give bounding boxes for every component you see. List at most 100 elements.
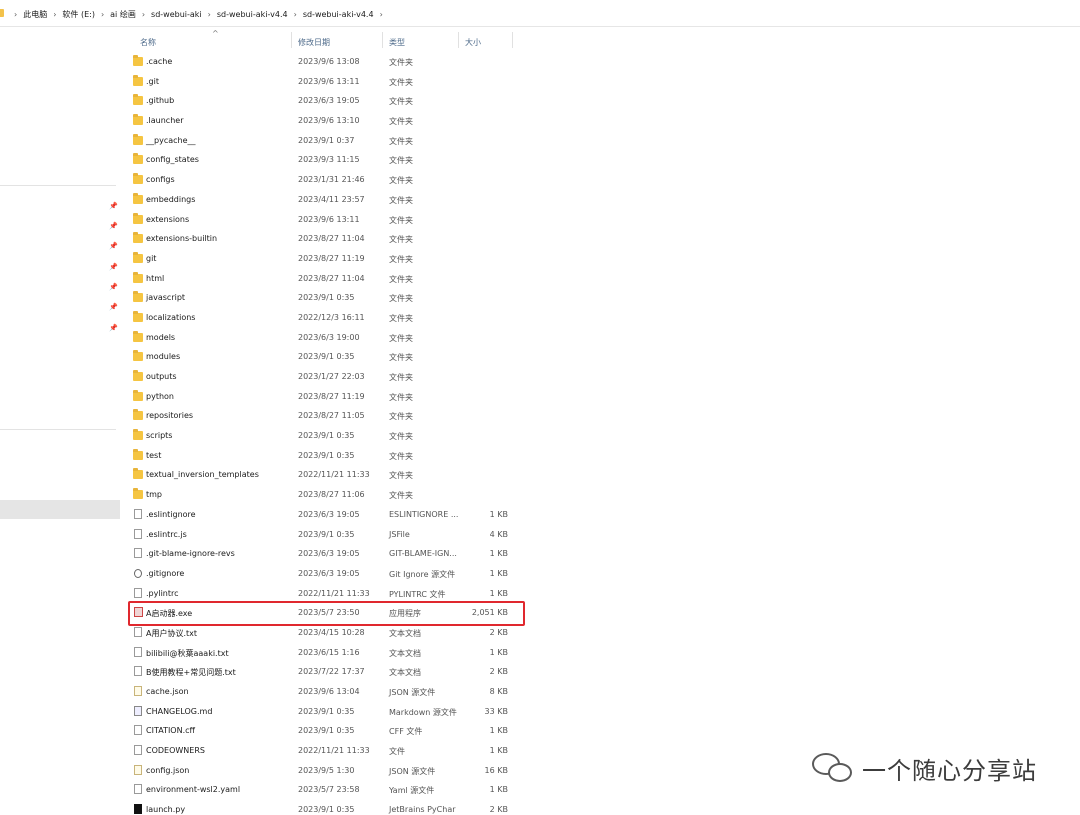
file-row[interactable]: modules 2023/9/1 0:35 文件夹	[130, 347, 520, 367]
file-row[interactable]: B使用教程+常见问题.txt 2023/7/22 17:37 文本文档 2 KB	[130, 662, 520, 682]
file-row[interactable]: .cache 2023/9/6 13:08 文件夹	[130, 52, 520, 72]
file-row[interactable]: .github 2023/6/3 19:05 文件夹	[130, 91, 520, 111]
pin-icon[interactable]: 📌	[109, 203, 118, 210]
file-row[interactable]: config_states 2023/9/3 11:15 文件夹	[130, 150, 520, 170]
file-type: 文件夹	[389, 432, 413, 442]
column-header: ^ 名称 修改日期 类型 大小	[128, 28, 528, 50]
file-row[interactable]: git 2023/8/27 11:19 文件夹	[130, 249, 520, 269]
file-row[interactable]: CHANGELOG.md 2023/9/1 0:35 Markdown 源文件 33 …	[130, 702, 520, 722]
nav-selected-item[interactable]	[0, 500, 120, 519]
file-row[interactable]: scripts 2023/9/1 0:35 文件夹	[130, 426, 520, 446]
file-list[interactable]: .cache 2023/9/6 13:08 文件夹 .git 2023/9/6 13:1…	[130, 52, 520, 815]
highlight-box	[128, 601, 525, 626]
folder-icon	[133, 153, 143, 165]
file-row[interactable]: CODEOWNERS 2022/11/21 11:33 文件 1 KB	[130, 741, 520, 761]
file-row[interactable]: extensions 2023/9/6 13:11 文件夹	[130, 210, 520, 230]
file-row[interactable]: embeddings 2023/4/11 23:57 文件夹	[130, 190, 520, 210]
file-type: 文件夹	[389, 254, 413, 264]
file-name: .eslintrc.js	[146, 529, 187, 539]
file-row[interactable]: .gitignore 2023/6/3 19:05 Git Ignore 源文件 1 …	[130, 564, 520, 584]
file-row[interactable]: javascript 2023/9/1 0:35 文件夹	[130, 288, 520, 308]
breadcrumb-item[interactable]: 软件 (E:)	[62, 9, 95, 20]
file-row[interactable]: .git 2023/9/6 13:11 文件夹	[130, 72, 520, 92]
file-row[interactable]: html 2023/8/27 11:04 文件夹	[130, 269, 520, 289]
file-name: .launcher	[146, 116, 184, 126]
pin-icon[interactable]: 📌	[109, 243, 118, 250]
file-date: 2023/9/1 0:35	[298, 293, 355, 303]
file-row[interactable]: CITATION.cff 2023/9/1 0:35 CFF 文件 1 KB	[130, 721, 520, 741]
pin-icon[interactable]: 📌	[109, 284, 118, 291]
folder-icon	[133, 251, 143, 263]
file-row[interactable]: models 2023/6/3 19:00 文件夹	[130, 328, 520, 348]
file-date: 2023/9/6 13:10	[298, 116, 360, 126]
pin-icon[interactable]: 📌	[109, 223, 118, 230]
file-type: Yaml 源文件	[389, 786, 435, 796]
file-date: 2023/9/3 11:15	[298, 155, 360, 165]
file-type: JSON 源文件	[389, 766, 436, 776]
breadcrumb-item[interactable]: 此电脑	[23, 9, 47, 20]
file-date: 2023/9/1 0:35	[298, 726, 355, 736]
column-type[interactable]: 类型	[389, 37, 405, 48]
file-row[interactable]: extensions-builtin 2023/8/27 11:04 文件夹	[130, 229, 520, 249]
file-row[interactable]: repositories 2023/8/27 11:05 文件夹	[130, 406, 520, 426]
file-row[interactable]: .git-blame-ignore-revs 2023/6/3 19:05 GIT-…	[130, 544, 520, 564]
folder-icon	[133, 389, 143, 401]
column-name[interactable]: 名称	[140, 37, 156, 48]
file-size: 33 KB	[484, 706, 508, 716]
file-row[interactable]: tmp 2023/8/27 11:06 文件夹	[130, 485, 520, 505]
navigation-pane[interactable]: 📌 📌 📌 📌 📌 📌 📌	[0, 27, 120, 815]
file-icon	[134, 784, 142, 795]
file-icon	[134, 705, 142, 716]
breadcrumb-item[interactable]: ai 绘画	[110, 9, 136, 20]
chevron-right-icon: ›	[53, 10, 57, 19]
file-date: 2023/9/6 13:08	[298, 57, 360, 66]
file-name: .git-blame-ignore-revs	[146, 549, 235, 559]
file-row[interactable]: config.json 2023/9/5 1:30 JSON 源文件 16 KB	[130, 761, 520, 781]
column-divider[interactable]	[458, 32, 459, 48]
address-bar[interactable]: › 此电脑 › 软件 (E:) › ai 绘画 › sd-webui-aki ›…	[0, 0, 1080, 27]
file-row[interactable]: python 2023/8/27 11:19 文件夹	[130, 387, 520, 407]
nav-divider	[0, 185, 116, 186]
file-icon	[134, 745, 142, 756]
file-row[interactable]: environment-wsl2.yaml 2023/5/7 23:58 Yaml …	[130, 780, 520, 800]
pin-icon[interactable]: 📌	[109, 325, 118, 332]
file-row[interactable]: textual_inversion_templates 2022/11/21 11…	[130, 465, 520, 485]
file-name: modules	[146, 352, 181, 362]
breadcrumb-item[interactable]: sd-webui-aki	[151, 10, 202, 19]
file-row[interactable]: test 2023/9/1 0:35 文件夹	[130, 446, 520, 466]
file-size: 1 KB	[489, 568, 508, 578]
column-divider[interactable]	[512, 32, 513, 48]
file-name: cache.json	[146, 687, 189, 696]
file-row[interactable]: bilibili@秋葉aaaki.txt 2023/6/15 1:16 文本文档 1 …	[130, 643, 520, 663]
file-date: 2022/12/3 16:11	[298, 312, 365, 322]
file-row[interactable]: .eslintrc.js 2023/9/1 0:35 JSFile 4 KB	[130, 525, 520, 545]
file-name: tmp	[146, 490, 163, 500]
file-date: 2023/8/27 11:06	[298, 490, 365, 500]
column-size[interactable]: 大小	[465, 37, 481, 48]
file-row[interactable]: configs 2023/1/31 21:46 文件夹	[130, 170, 520, 190]
column-date[interactable]: 修改日期	[298, 37, 330, 48]
breadcrumb-item[interactable]: sd-webui-aki-v4.4	[303, 10, 374, 19]
file-row[interactable]: .eslintignore 2023/6/3 19:05 ESLINTIGNORE …	[130, 505, 520, 525]
file-name: A用户协议.txt	[146, 628, 198, 638]
file-size: 1 KB	[489, 746, 508, 756]
pin-icon[interactable]: 📌	[109, 264, 118, 271]
file-row[interactable]: cache.json 2023/9/6 13:04 JSON 源文件 8 KB	[130, 682, 520, 702]
file-date: 2022/11/21 11:33	[298, 746, 370, 756]
pin-icon[interactable]: 📌	[109, 304, 118, 311]
file-size: 2 KB	[489, 667, 508, 677]
breadcrumb-item[interactable]: sd-webui-aki-v4.4	[217, 10, 288, 19]
file-type: JSFile	[389, 529, 410, 539]
wechat-icon	[812, 751, 854, 785]
column-divider[interactable]	[291, 32, 292, 48]
file-row[interactable]: launch.py 2023/9/1 0:35 JetBrains PyChar 2 …	[130, 800, 520, 815]
file-row[interactable]: outputs 2023/1/27 22:03 文件夹	[130, 367, 520, 387]
file-type: 文件夹	[389, 156, 413, 166]
file-type: 文件夹	[389, 215, 413, 225]
column-divider[interactable]	[382, 32, 383, 48]
file-row[interactable]: localizations 2022/12/3 16:11 文件夹	[130, 308, 520, 328]
file-name: __pycache__	[146, 135, 196, 145]
file-row[interactable]: .launcher 2023/9/6 13:10 文件夹	[130, 111, 520, 131]
file-type: 文件夹	[389, 97, 413, 107]
file-row[interactable]: __pycache__ 2023/9/1 0:37 文件夹	[130, 131, 520, 151]
